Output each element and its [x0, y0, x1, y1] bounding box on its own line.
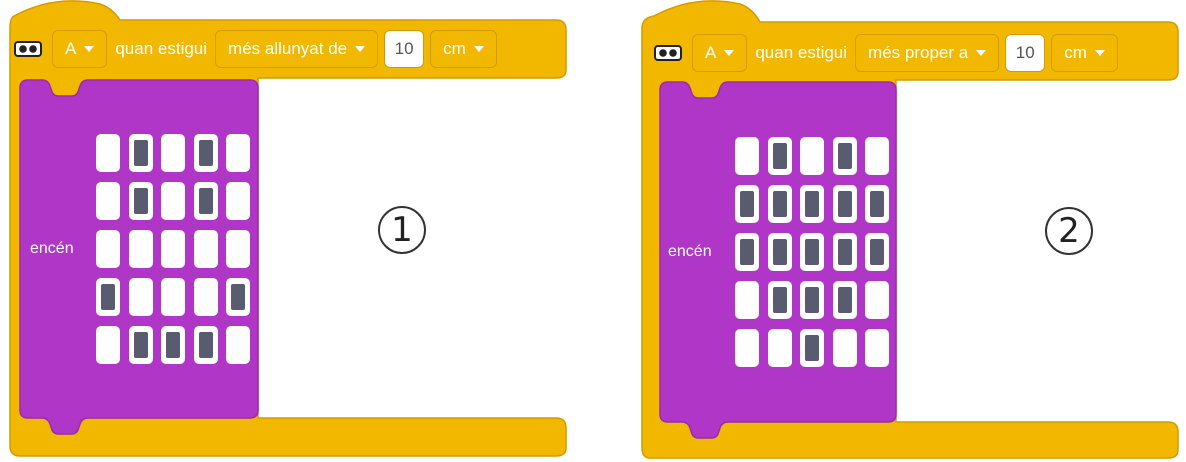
led-pixel-r0-c2[interactable]	[161, 134, 185, 172]
unit-dropdown-1[interactable]: cm	[430, 30, 497, 68]
led-pixel-r2-c3[interactable]	[832, 233, 857, 271]
led-pixel-r2-c4[interactable]	[226, 230, 250, 268]
comparison-value: més allunyat de	[228, 39, 348, 58]
led-pixel-r1-c2[interactable]	[800, 185, 824, 223]
led-pixel-r0-c2[interactable]	[800, 137, 824, 175]
unit-dropdown-2[interactable]: cm	[1051, 34, 1118, 72]
led-pixel-r3-c2[interactable]	[161, 278, 185, 316]
chevron-down-icon	[1094, 50, 1105, 56]
led-pixel-r1-c0[interactable]	[735, 185, 759, 223]
led-pixel-r2-c3[interactable]	[193, 230, 218, 268]
led-pixel-r3-c1[interactable]	[767, 281, 792, 319]
led-pixel-r3-c1[interactable]	[128, 278, 153, 316]
unit-value: cm	[443, 39, 466, 58]
led-pixel-r3-c0[interactable]	[96, 278, 120, 316]
led-pixel-r4-c0[interactable]	[96, 326, 120, 364]
led-matrix-2[interactable]	[735, 137, 889, 367]
led-pixel-r0-c1[interactable]	[767, 137, 792, 175]
event-block-1-shape	[9, 0, 567, 457]
led-pixel-r1-c4[interactable]	[865, 185, 889, 223]
led-pixel-r2-c2[interactable]	[161, 230, 185, 268]
step-badge-2: 2	[1045, 207, 1093, 255]
led-pixel-r4-c2[interactable]	[800, 329, 824, 367]
led-pixel-r3-c3[interactable]	[193, 278, 218, 316]
led-pixel-r3-c3[interactable]	[832, 281, 857, 319]
comparison-dropdown-1[interactable]: més allunyat de	[215, 30, 379, 68]
led-pixel-r0-c4[interactable]	[865, 137, 889, 175]
led-pixel-r2-c0[interactable]	[735, 233, 759, 271]
distance-input-2[interactable]: 10	[1005, 34, 1046, 72]
led-pixel-r0-c3[interactable]	[832, 137, 857, 175]
led-pixel-r3-c4[interactable]	[226, 278, 250, 316]
step-badge-1: 1	[378, 206, 426, 254]
chevron-down-icon	[355, 46, 366, 52]
chevron-down-icon	[976, 50, 987, 56]
action-label-1: encén	[30, 240, 74, 257]
led-pixel-r3-c2[interactable]	[800, 281, 824, 319]
comparison-dropdown-2[interactable]: més proper a	[855, 34, 1000, 72]
led-pixel-r0-c0[interactable]	[96, 134, 120, 172]
led-pixel-r0-c4[interactable]	[226, 134, 250, 172]
led-pixel-r4-c4[interactable]	[865, 329, 889, 367]
distance-input-1[interactable]: 10	[384, 30, 425, 68]
distance-sensor-icon	[14, 39, 42, 59]
led-pixel-r4-c3[interactable]	[193, 326, 218, 364]
event-block-2[interactable]: A quan estigui més proper a 10 cm encén …	[640, 0, 1186, 462]
led-pixel-r4-c4[interactable]	[226, 326, 250, 364]
chevron-down-icon	[724, 50, 735, 56]
led-pixel-r2-c1[interactable]	[767, 233, 792, 271]
chevron-down-icon	[473, 46, 484, 52]
when-label: quan estigui	[755, 43, 848, 62]
event-header-1: A quan estigui més allunyat de 10 cm	[14, 30, 497, 68]
port-dropdown-2[interactable]: A	[692, 34, 748, 72]
action-label-2: encén	[668, 243, 712, 260]
led-pixel-r2-c1[interactable]	[128, 230, 153, 268]
led-pixel-r4-c2[interactable]	[161, 326, 185, 364]
led-pixel-r1-c0[interactable]	[96, 182, 120, 220]
event-header-2: A quan estigui més proper a 10 cm	[654, 34, 1118, 72]
comparison-value: més proper a	[868, 43, 969, 62]
port-value: A	[705, 43, 717, 62]
port-dropdown-1[interactable]: A	[52, 30, 108, 68]
led-pixel-r1-c1[interactable]	[767, 185, 792, 223]
led-pixel-r3-c0[interactable]	[735, 281, 759, 319]
led-pixel-r1-c2[interactable]	[161, 182, 185, 220]
led-pixel-r4-c0[interactable]	[735, 329, 759, 367]
led-pixel-r2-c2[interactable]	[800, 233, 824, 271]
chevron-down-icon	[84, 46, 95, 52]
led-pixel-r1-c3[interactable]	[832, 185, 857, 223]
led-pixel-r1-c4[interactable]	[226, 182, 250, 220]
led-pixel-r0-c1[interactable]	[128, 134, 153, 172]
port-value: A	[65, 39, 77, 58]
led-matrix-1[interactable]	[96, 134, 250, 364]
led-pixel-r1-c3[interactable]	[193, 182, 218, 220]
led-pixel-r4-c1[interactable]	[128, 326, 153, 364]
unit-value: cm	[1064, 43, 1087, 62]
led-pixel-r2-c4[interactable]	[865, 233, 889, 271]
led-pixel-r2-c0[interactable]	[96, 230, 120, 268]
led-pixel-r0-c0[interactable]	[735, 137, 759, 175]
led-pixel-r1-c1[interactable]	[128, 182, 153, 220]
led-pixel-r4-c3[interactable]	[832, 329, 857, 367]
distance-sensor-icon	[654, 43, 682, 63]
when-label: quan estigui	[115, 39, 208, 58]
led-pixel-r0-c3[interactable]	[193, 134, 218, 172]
led-pixel-r4-c1[interactable]	[767, 329, 792, 367]
event-block-1[interactable]: A quan estigui més allunyat de 10 cm enc…	[0, 0, 580, 462]
led-pixel-r3-c4[interactable]	[865, 281, 889, 319]
